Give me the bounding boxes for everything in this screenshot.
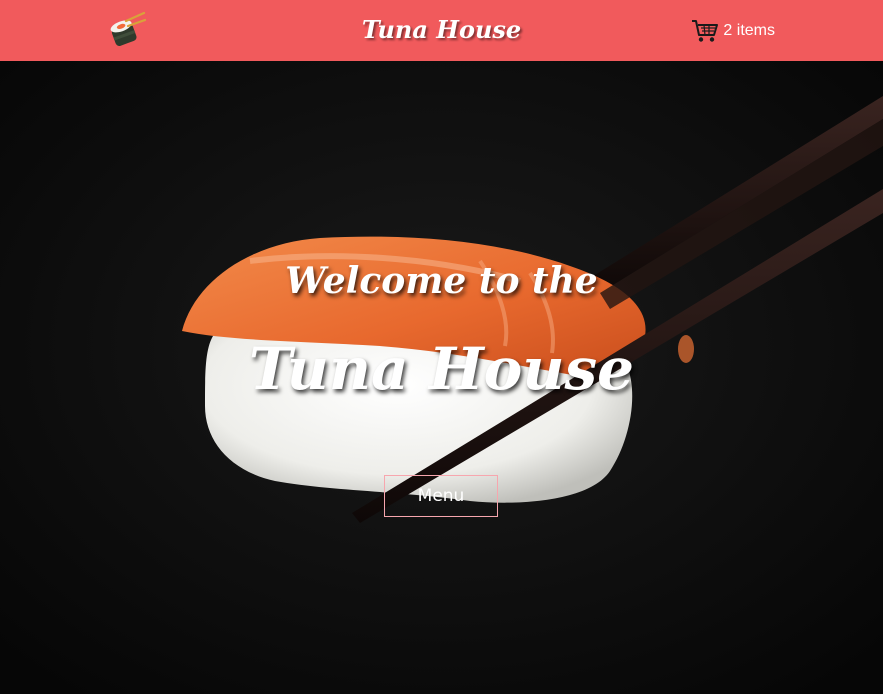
top-navigation-bar: Tuna House 2 items [0, 0, 883, 61]
menu-button[interactable]: Menu [384, 475, 498, 517]
hero-background-image [0, 61, 883, 694]
shopping-cart-icon [692, 19, 719, 42]
sushi-icon[interactable] [106, 11, 146, 51]
hero-section: Welcome to the Tuna House Menu [0, 61, 883, 694]
page: Tuna House 2 items Welcome to the Tuna H… [0, 0, 883, 694]
cart-count-label: 2 items [723, 21, 775, 39]
cart-button[interactable]: 2 items [691, 17, 775, 45]
